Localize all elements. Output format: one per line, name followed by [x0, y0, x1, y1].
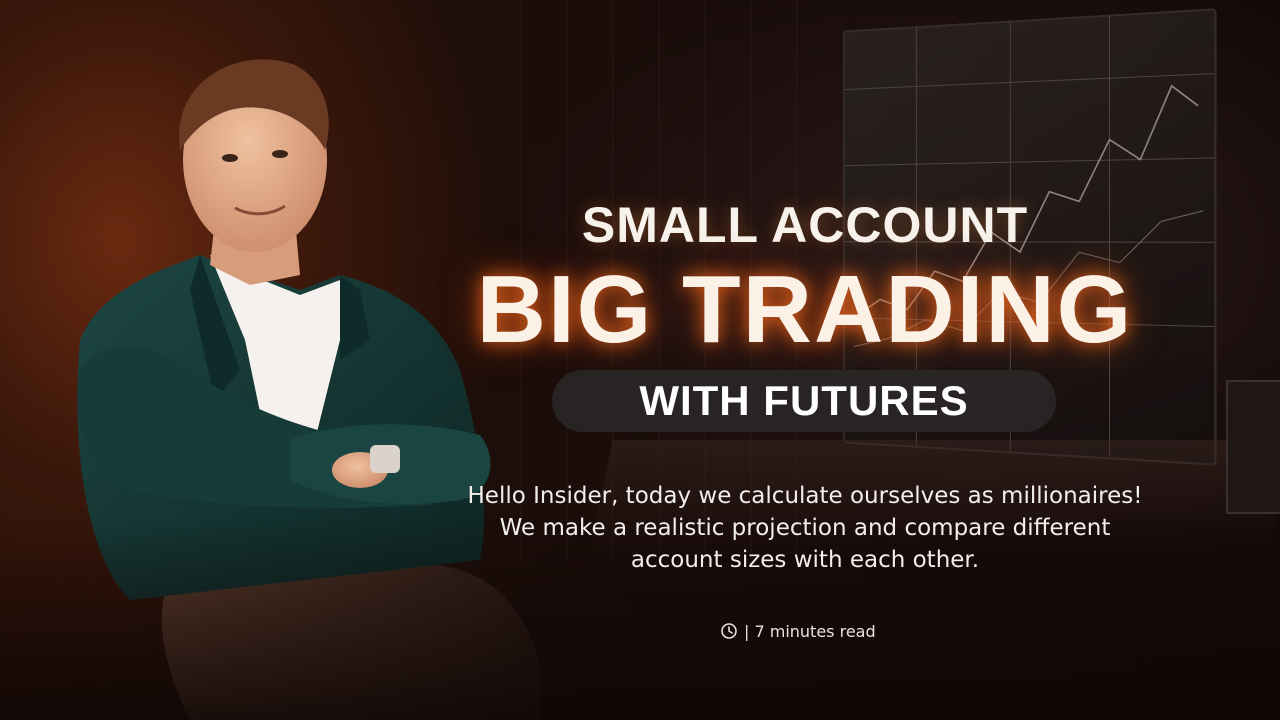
- subtitle-pill-text: WITH FUTURES: [639, 377, 968, 425]
- description-line: account sizes with each other.: [395, 544, 1215, 576]
- subtitle-pill: WITH FUTURES: [552, 370, 1056, 432]
- intro-description: Hello Insider, today we calculate oursel…: [395, 480, 1215, 576]
- read-time: | 7 minutes read: [720, 620, 876, 642]
- read-time-text: | 7 minutes read: [744, 622, 876, 641]
- hero-banner: SMALL ACCOUNT BIG TRADING WITH FUTURES H…: [0, 0, 1280, 720]
- headline-small: SMALL ACCOUNT: [505, 196, 1105, 254]
- description-line: Hello Insider, today we calculate oursel…: [395, 480, 1215, 512]
- description-line: We make a realistic projection and compa…: [395, 512, 1215, 544]
- background-side-monitor: [1226, 380, 1280, 514]
- clock-icon: [720, 622, 738, 640]
- headline-big: BIG TRADING: [405, 260, 1205, 360]
